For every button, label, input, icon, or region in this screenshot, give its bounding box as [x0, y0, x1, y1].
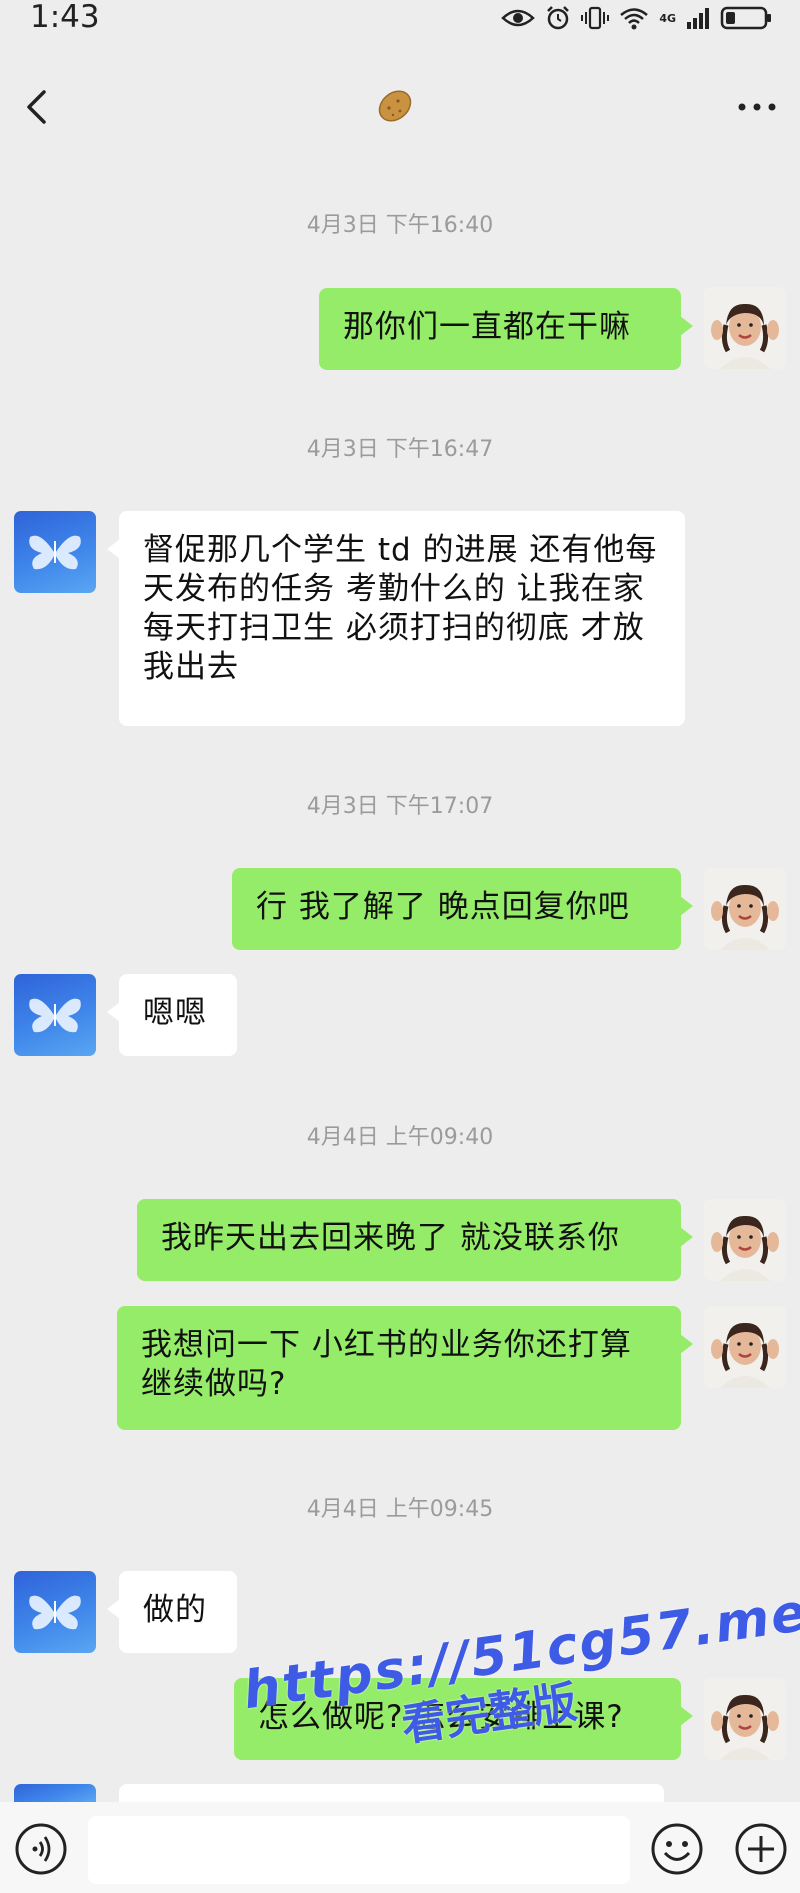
potato-emoji [374, 84, 416, 128]
more-options-button[interactable] [732, 90, 782, 124]
input-bar [0, 1802, 800, 1893]
message-timestamp: 4月4日 上午09:40 [306, 1125, 494, 1150]
back-button[interactable] [18, 82, 62, 132]
outgoing-message[interactable]: 我昨天出去回来晚了 就没联系你 [137, 1199, 693, 1281]
status-icons: 4G [501, 4, 772, 32]
more-dots-icon [738, 103, 776, 111]
contact-avatar[interactable] [14, 1784, 96, 1802]
contact-avatar[interactable] [14, 974, 96, 1056]
outgoing-message[interactable]: 我想问一下 小红书的业务你还打算继续做吗? [117, 1306, 693, 1430]
outgoing-message[interactable]: 行 我了解了 晚点回复你吧 [232, 868, 693, 950]
incoming-message[interactable]: 督促那几个学生 td 的进展 还有他每天发布的任务 考勤什么的 让我在家每天打扫… [107, 511, 685, 726]
incoming-message[interactable]: 做的 [107, 1571, 237, 1653]
my-avatar[interactable] [704, 287, 786, 369]
outgoing-message[interactable]: 那你们一直都在干嘛 [319, 288, 693, 370]
plus-icon [735, 1823, 787, 1875]
message-timestamp: 4月3日 下午16:40 [306, 213, 494, 238]
contact-avatar[interactable] [14, 1571, 96, 1653]
my-avatar[interactable] [704, 1306, 786, 1388]
my-avatar[interactable] [704, 1199, 786, 1281]
incoming-message-partial [119, 1784, 664, 1802]
signal-icon [686, 6, 710, 30]
chat-header [0, 60, 800, 156]
voice-button[interactable] [14, 1822, 68, 1876]
message-timestamp: 4月3日 下午16:47 [306, 437, 494, 462]
butterfly-icon [29, 1595, 81, 1630]
alarm-icon [545, 5, 571, 31]
butterfly-icon [29, 998, 81, 1033]
contact-avatar[interactable] [14, 511, 96, 593]
message-timestamp: 4月3日 下午17:07 [306, 794, 494, 819]
battery-icon [720, 5, 772, 31]
vibrate-icon [581, 5, 610, 31]
incoming-message[interactable]: 嗯嗯 [107, 974, 237, 1056]
status-time: 1:43 [30, 0, 100, 35]
network-type: 4G [659, 11, 676, 25]
voice-icon [15, 1823, 67, 1875]
emoji-icon [651, 1823, 703, 1875]
message-input[interactable] [88, 1816, 630, 1884]
message-timestamp: 4月4日 上午09:45 [306, 1497, 494, 1522]
emoji-button[interactable] [650, 1822, 704, 1876]
chevron-left-icon [27, 90, 46, 124]
butterfly-icon [29, 535, 81, 570]
wifi-icon [619, 6, 649, 30]
status-bar: 1:43 4G [0, 0, 800, 44]
plus-button[interactable] [734, 1822, 788, 1876]
eye-icon [501, 7, 536, 29]
my-avatar[interactable] [704, 868, 786, 950]
